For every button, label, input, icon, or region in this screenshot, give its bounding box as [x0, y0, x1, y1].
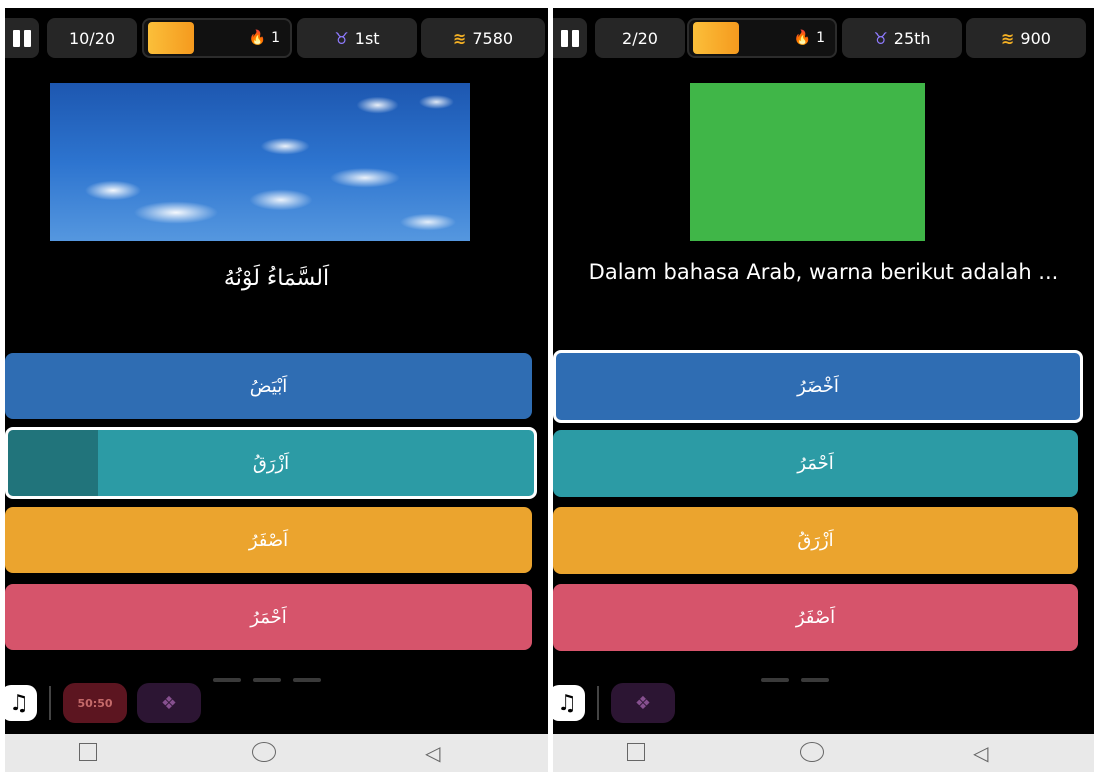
flame-icon: 🔥 [793, 30, 812, 46]
answer-label: اَحْمَرُ [250, 606, 287, 628]
pause-button[interactable] [5, 18, 39, 58]
answer-option-4[interactable]: اَصْفَرُ [553, 584, 1078, 651]
timer-fill [693, 22, 739, 54]
answer-timer-overlay [8, 430, 98, 496]
page-indicator [213, 678, 321, 682]
answer-label: اَزْرَقُ [797, 530, 834, 551]
medal-icon: ♉︎ [334, 28, 349, 48]
medal-icon: ♉︎ [873, 28, 888, 48]
sky-image [50, 83, 470, 241]
rank-badge: ♉︎ 25th [842, 18, 962, 58]
home-square-icon[interactable] [627, 743, 645, 761]
shield-powerup[interactable]: ❖ [611, 683, 675, 723]
rank-value: 1st [354, 28, 380, 48]
right-quiz-screen: 2/20 🔥 1 ♉︎ 25th ≋ 900 Dalam bahasa Arab… [553, 8, 1094, 772]
coins-badge: ≋ 900 [966, 18, 1086, 58]
flame-icon: 🔥 [248, 30, 267, 46]
powerup-bar: ♫ ❖ [553, 681, 685, 725]
question-text: اَلسَّمَاءُ لَوْنُهُ [223, 266, 330, 291]
question-counter-text: 2/20 [622, 28, 658, 48]
answer-option-3[interactable]: اَزْرَقُ [553, 507, 1078, 574]
quiz-top-bar: 10/20 🔥 1 ♉︎ 1st ≋ 7580 [5, 18, 548, 58]
home-circle-icon[interactable] [252, 742, 276, 762]
question-counter: 10/20 [47, 18, 137, 58]
home-square-icon[interactable] [79, 743, 97, 761]
answer-option-1[interactable]: اَخْضَرُ [553, 350, 1083, 423]
android-nav-bar: ◁ [5, 734, 548, 772]
music-icon[interactable]: ♫ [553, 685, 585, 721]
question-counter: 2/20 [595, 18, 685, 58]
answer-option-1[interactable]: اَبْيَضُ [5, 353, 532, 419]
music-icon[interactable]: ♫ [5, 685, 37, 721]
android-nav-bar: ◁ [553, 734, 1094, 772]
color-swatch [690, 83, 925, 241]
coins-value: 900 [1020, 28, 1051, 48]
back-triangle-icon[interactable]: ◁ [425, 741, 440, 765]
answer-label: اَصْفَرُ [248, 529, 289, 551]
left-quiz-screen: 10/20 🔥 1 ♉︎ 1st ≋ 7580 اَلسَّمَاءُ لَوْ… [5, 8, 548, 772]
answer-label: اَخْضَرُ [797, 376, 839, 397]
coins-value: 7580 [472, 28, 514, 48]
shield-icon: ❖ [634, 692, 652, 714]
divider [597, 686, 599, 720]
powerup-bar: ♫ 50:50 ❖ [5, 681, 211, 725]
answer-option-4[interactable]: اَحْمَرُ [5, 584, 532, 650]
rank-value: 25th [893, 28, 931, 48]
shield-icon: ❖ [160, 692, 178, 714]
shield-powerup[interactable]: ❖ [137, 683, 201, 723]
coins-badge: ≋ 7580 [421, 18, 545, 58]
coins-icon: ≋ [1001, 28, 1015, 48]
rank-badge: ♉︎ 1st [297, 18, 417, 58]
streak-value: 1 [816, 30, 825, 46]
answer-option-2[interactable]: اَزْرَقُ [5, 427, 537, 499]
home-circle-icon[interactable] [800, 742, 824, 762]
quiz-top-bar: 2/20 🔥 1 ♉︎ 25th ≋ 900 [553, 18, 1094, 58]
timer-fill [148, 22, 194, 54]
pause-icon [561, 29, 579, 47]
coins-icon: ≋ [452, 28, 467, 48]
pause-icon [13, 29, 31, 47]
streak-counter: 🔥 1 [794, 30, 825, 46]
timer-bar: 🔥 1 [142, 18, 292, 58]
pause-button[interactable] [553, 18, 587, 58]
answer-label: اَصْفَرُ [795, 607, 836, 628]
back-triangle-icon[interactable]: ◁ [973, 741, 988, 765]
fifty-fifty-powerup[interactable]: 50:50 [63, 683, 127, 723]
divider [49, 686, 51, 720]
answer-option-3[interactable]: اَصْفَرُ [5, 507, 532, 573]
answer-label: اَبْيَضُ [249, 375, 288, 397]
answer-label: اَحْمَرُ [797, 453, 834, 474]
timer-bar: 🔥 1 [687, 18, 837, 58]
question-text: Dalam bahasa Arab, warna berikut adalah … [588, 260, 1059, 284]
answer-option-2[interactable]: اَحْمَرُ [553, 430, 1078, 497]
answer-label: اَزْرَقُ [252, 452, 290, 474]
page-indicator [761, 678, 829, 682]
powerup-label: 50:50 [77, 696, 113, 710]
streak-value: 1 [271, 30, 280, 46]
streak-counter: 🔥 1 [249, 30, 280, 46]
question-counter-text: 10/20 [68, 28, 116, 48]
